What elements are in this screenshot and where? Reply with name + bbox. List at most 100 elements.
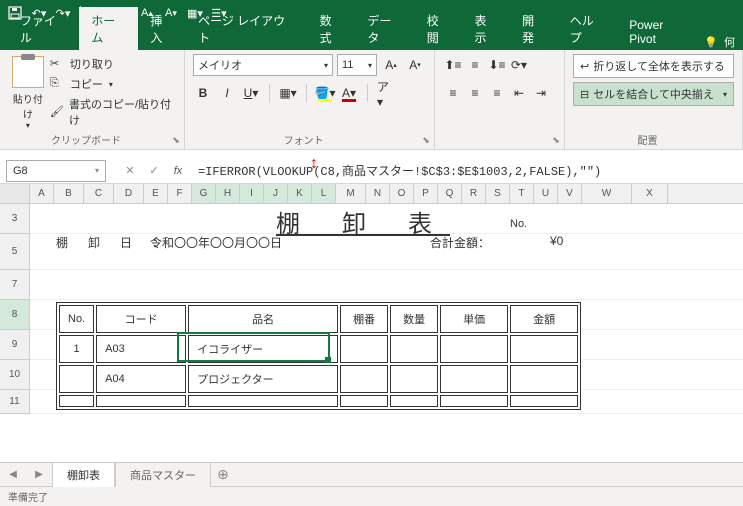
group-font: メイリオ▾ 11▾ A▴ A▾ B I U▾ ▦▾ 🪣▾ A▾ ア▾ フォント … <box>185 50 435 149</box>
add-sheet-button[interactable]: ⊕ <box>211 466 235 483</box>
tab-file[interactable]: ファイル <box>8 7 79 50</box>
status-bar: 準備完了 <box>0 486 743 506</box>
name-box[interactable]: G8▾ <box>6 160 106 182</box>
col-V[interactable]: V <box>558 184 582 203</box>
indent-inc-button[interactable]: ⇥ <box>531 82 551 104</box>
col-C[interactable]: C <box>84 184 114 203</box>
col-E[interactable]: E <box>144 184 168 203</box>
col-H[interactable]: H <box>216 184 240 203</box>
tell-me-icon[interactable]: 💡 <box>704 36 718 49</box>
tab-developer[interactable]: 開発 <box>510 7 558 50</box>
group-wrap: ↩折り返して全体を表示する ⊟セルを結合して中央揃え▾ 配置 <box>565 50 743 149</box>
th-unit: 単価 <box>440 305 508 333</box>
align-middle-button[interactable]: ≡ <box>465 54 485 76</box>
italic-button[interactable]: I <box>217 82 237 104</box>
col-P[interactable]: P <box>414 184 438 203</box>
formatpainter-button[interactable]: 🖌書式のコピー/貼り付け <box>50 94 176 130</box>
select-all-corner[interactable] <box>0 184 30 203</box>
group-clipboard: 貼り付け ▾ ✂切り取り ⎘コピー▾ 🖌書式のコピー/貼り付け クリップボード … <box>0 50 185 149</box>
col-K[interactable]: K <box>288 184 312 203</box>
sheet-tabs: ◀ ▶ 棚卸表 商品マスター ⊕ <box>0 462 743 486</box>
merge-center-button[interactable]: ⊟セルを結合して中央揃え▾ <box>573 82 734 106</box>
tab-formulas[interactable]: 数式 <box>308 7 356 50</box>
sheet-tab-active[interactable]: 棚卸表 <box>52 462 115 487</box>
orientation-button[interactable]: ⟳▾ <box>509 54 529 76</box>
col-X[interactable]: X <box>632 184 668 203</box>
copy-icon: ⎘ <box>50 77 66 91</box>
col-L[interactable]: L <box>312 184 336 203</box>
tab-review[interactable]: 校閲 <box>415 7 463 50</box>
table-row[interactable]: A04 プロジェクター <box>59 365 578 393</box>
th-code: コード <box>96 305 186 333</box>
tab-home[interactable]: ホーム <box>79 7 138 50</box>
underline-button[interactable]: U▾ <box>241 82 261 104</box>
tab-data[interactable]: データ <box>355 7 414 50</box>
fx-button[interactable]: fx <box>166 161 190 181</box>
dialog-launcher[interactable]: ⬊ <box>550 135 562 147</box>
row-3[interactable]: 3 <box>0 204 30 234</box>
tab-powerpivot[interactable]: Power Pivot <box>617 13 704 50</box>
tab-insert[interactable]: 挿入 <box>138 7 186 50</box>
fill-color-button[interactable]: 🪣▾ <box>315 82 335 104</box>
copy-button[interactable]: ⎘コピー▾ <box>50 74 176 94</box>
tab-help[interactable]: ヘルプ <box>558 7 617 50</box>
cut-button[interactable]: ✂切り取り <box>50 54 176 74</box>
align-top-button[interactable]: ⬆≡ <box>443 54 463 76</box>
group-label: フォント <box>185 130 422 147</box>
col-J[interactable]: J <box>264 184 288 203</box>
formula-bar[interactable]: =IFERROR(VLOOKUP(C8,商品マスター!$C$3:$E$1003,… <box>190 162 743 179</box>
row-5[interactable]: 5 <box>0 234 30 270</box>
sheet-nav-prev[interactable]: ◀ <box>0 469 26 480</box>
row-11[interactable]: 11 <box>0 390 30 414</box>
col-S[interactable]: S <box>486 184 510 203</box>
col-I[interactable]: I <box>240 184 264 203</box>
col-O[interactable]: O <box>390 184 414 203</box>
th-shelf: 棚番 <box>340 305 388 333</box>
dialog-launcher[interactable]: ⬊ <box>170 135 182 147</box>
dialog-launcher[interactable]: ⬊ <box>420 135 432 147</box>
scissors-icon: ✂ <box>50 57 66 71</box>
grid-area[interactable]: 3 棚 卸 表 No. 5 棚 卸 日 ： 令和〇〇年〇〇月〇〇日 合計金額： … <box>0 204 743 462</box>
phonetic-button[interactable]: ア▾ <box>376 82 396 104</box>
row-9[interactable]: 9 <box>0 330 30 360</box>
col-M[interactable]: M <box>336 184 366 203</box>
paste-button[interactable]: 貼り付け ▾ <box>8 54 48 130</box>
align-center-button[interactable]: ≡ <box>465 82 485 104</box>
tab-pagelayout[interactable]: ページ レイアウト <box>186 7 308 50</box>
align-bottom-button[interactable]: ⬇≡ <box>487 54 507 76</box>
bold-button[interactable]: B <box>193 82 213 104</box>
col-G[interactable]: G <box>192 184 216 203</box>
group-alignment: ⬆≡ ≡ ⬇≡ ⟳▾ ≡ ≡ ≡ ⇤ ⇥ ⬊ <box>435 50 565 149</box>
tab-view[interactable]: 表示 <box>462 7 510 50</box>
sheet-tab-other[interactable]: 商品マスター <box>115 462 211 487</box>
font-color-button[interactable]: A▾ <box>339 82 359 104</box>
grow-font-button[interactable]: A▴ <box>381 54 401 76</box>
col-T[interactable]: T <box>510 184 534 203</box>
col-F[interactable]: F <box>168 184 192 203</box>
col-W[interactable]: W <box>582 184 632 203</box>
row-7[interactable]: 7 <box>0 270 30 300</box>
col-B[interactable]: B <box>54 184 84 203</box>
shrink-font-button[interactable]: A▾ <box>405 54 425 76</box>
sheet-nav-next[interactable]: ▶ <box>26 469 52 480</box>
col-D[interactable]: D <box>114 184 144 203</box>
align-left-button[interactable]: ≡ <box>443 82 463 104</box>
align-right-button[interactable]: ≡ <box>487 82 507 104</box>
col-N[interactable]: N <box>366 184 390 203</box>
table-row[interactable]: 1 A03 イコライザー <box>59 335 578 363</box>
table-row[interactable] <box>59 395 578 407</box>
font-size-combo[interactable]: 11▾ <box>337 54 377 76</box>
col-A[interactable]: A <box>30 184 54 203</box>
col-Q[interactable]: Q <box>438 184 462 203</box>
cancel-formula-button[interactable]: ✕ <box>118 161 142 181</box>
border-button[interactable]: ▦▾ <box>278 82 298 104</box>
col-U[interactable]: U <box>534 184 558 203</box>
row-10[interactable]: 10 <box>0 360 30 390</box>
merge-icon: ⊟ <box>580 88 589 101</box>
wrap-text-button[interactable]: ↩折り返して全体を表示する <box>573 54 734 78</box>
enter-formula-button[interactable]: ✓ <box>142 161 166 181</box>
col-R[interactable]: R <box>462 184 486 203</box>
row-8[interactable]: 8 <box>0 300 30 330</box>
font-name-combo[interactable]: メイリオ▾ <box>193 54 333 76</box>
indent-dec-button[interactable]: ⇤ <box>509 82 529 104</box>
